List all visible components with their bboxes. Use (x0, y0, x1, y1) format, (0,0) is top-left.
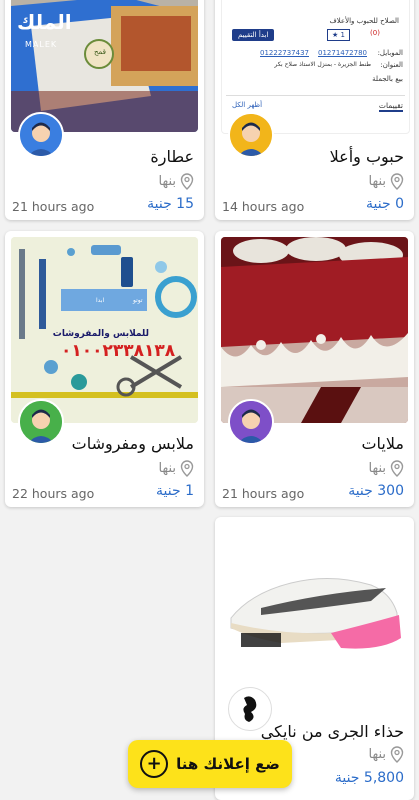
reviews-tab: تقييمات (378, 101, 403, 112)
brand-tag-text: قمح (94, 48, 106, 56)
review-count-badge: (0) (370, 29, 380, 37)
plus-circle-icon: + (140, 750, 169, 778)
star-count: 1 (340, 31, 345, 39)
location-pin-icon (390, 746, 404, 763)
post-ad-button[interactable]: ضع إعلانك هنا + (128, 740, 292, 788)
tab-divider (226, 95, 405, 96)
rate-button: ابدأ التقييم (232, 29, 275, 41)
show-all-link: أظهر الكل (232, 101, 263, 109)
ad-small-text-1: ابدا (96, 297, 105, 304)
listing-title[interactable]: ملابس ومفروشات (72, 434, 194, 453)
listing-card[interactable]: ابدا توتو للملابس والمفروشات ٠١٠٠٢٣٣٨١٣٨… (5, 231, 204, 507)
location-label: بنها (368, 747, 387, 762)
listing-location: بنها (159, 173, 195, 190)
listing-title[interactable]: حذاء الجرى من نايكي (261, 722, 404, 741)
listing-time: 22 hours ago (12, 486, 95, 501)
ad-small-text-2: توتو (133, 297, 143, 304)
location-pin-icon (390, 173, 404, 190)
review-count: 0 (372, 29, 378, 37)
listing-card[interactable]: الصلاح للحبوب والأعلاف ابدأ التقييم ★ 1 … (215, 0, 414, 220)
mobile-number-2: 01222737437 (260, 49, 309, 57)
wholesale-text: بيع بالجملة (372, 75, 403, 83)
listing-card[interactable]: الملك MALEK قمح عطارة بنها 21 hours ago … (5, 0, 204, 220)
seller-avatar[interactable] (228, 112, 274, 158)
listing-price: 5,800 جنية (334, 770, 404, 786)
listing-time: 14 hours ago (222, 199, 305, 214)
listing-image (221, 523, 408, 709)
listing-price: 1 جنية (156, 483, 194, 499)
listing-image (221, 237, 408, 423)
location-label: بنها (158, 461, 177, 476)
seller-avatar[interactable] (18, 399, 64, 445)
listing-location: بنها (369, 746, 405, 763)
listing-location: بنها (369, 173, 405, 190)
location-label: بنها (368, 174, 387, 189)
location-label: بنها (368, 461, 387, 476)
star-count-badge: ★ 1 (327, 29, 350, 41)
location-pin-icon (180, 173, 194, 190)
address-text: طنط الجزيرة - بمنزل الاستاذ صلاح بكر (274, 61, 371, 68)
mobile-number-1: 01271472780 (318, 49, 367, 57)
listing-title[interactable]: عطارة (150, 147, 194, 166)
post-ad-label: ضع إعلانك هنا (176, 755, 280, 773)
location-label: بنها (158, 174, 177, 189)
brand-sub-text: MALEK (25, 40, 58, 49)
seller-avatar[interactable] (228, 399, 274, 445)
listing-location: بنها (369, 460, 405, 477)
listing-time: 21 hours ago (12, 199, 95, 214)
brand-logo-text: الملك (17, 10, 72, 34)
listing-price: 300 جنية (348, 483, 404, 499)
listing-title[interactable]: حبوب وأعلا (330, 147, 404, 166)
seller-avatar[interactable] (18, 112, 64, 158)
address-label: العنوان: (380, 61, 403, 69)
store-header-text: الصلاح للحبوب والأعلاف (329, 17, 399, 25)
listing-price: 15 جنية (147, 196, 194, 212)
listing-time: 21 hours ago (222, 486, 305, 501)
listing-title[interactable]: ملايات (361, 434, 404, 453)
mobile-label: الموبايل: (377, 49, 403, 57)
listing-price: 0 جنية (366, 196, 404, 212)
listing-location: بنها (159, 460, 195, 477)
listing-image: ابدا توتو للملابس والمفروشات ٠١٠٠٢٣٣٨١٣٨ (11, 237, 198, 423)
ad-headline: للملابس والمفروشات (52, 329, 149, 339)
listing-card[interactable]: ملايات بنها 21 hours ago 300 جنية (215, 231, 414, 507)
ad-phone: ٠١٠٠٢٣٣٨١٣٨ (61, 341, 176, 361)
location-pin-icon (180, 460, 194, 477)
location-pin-icon (390, 460, 404, 477)
